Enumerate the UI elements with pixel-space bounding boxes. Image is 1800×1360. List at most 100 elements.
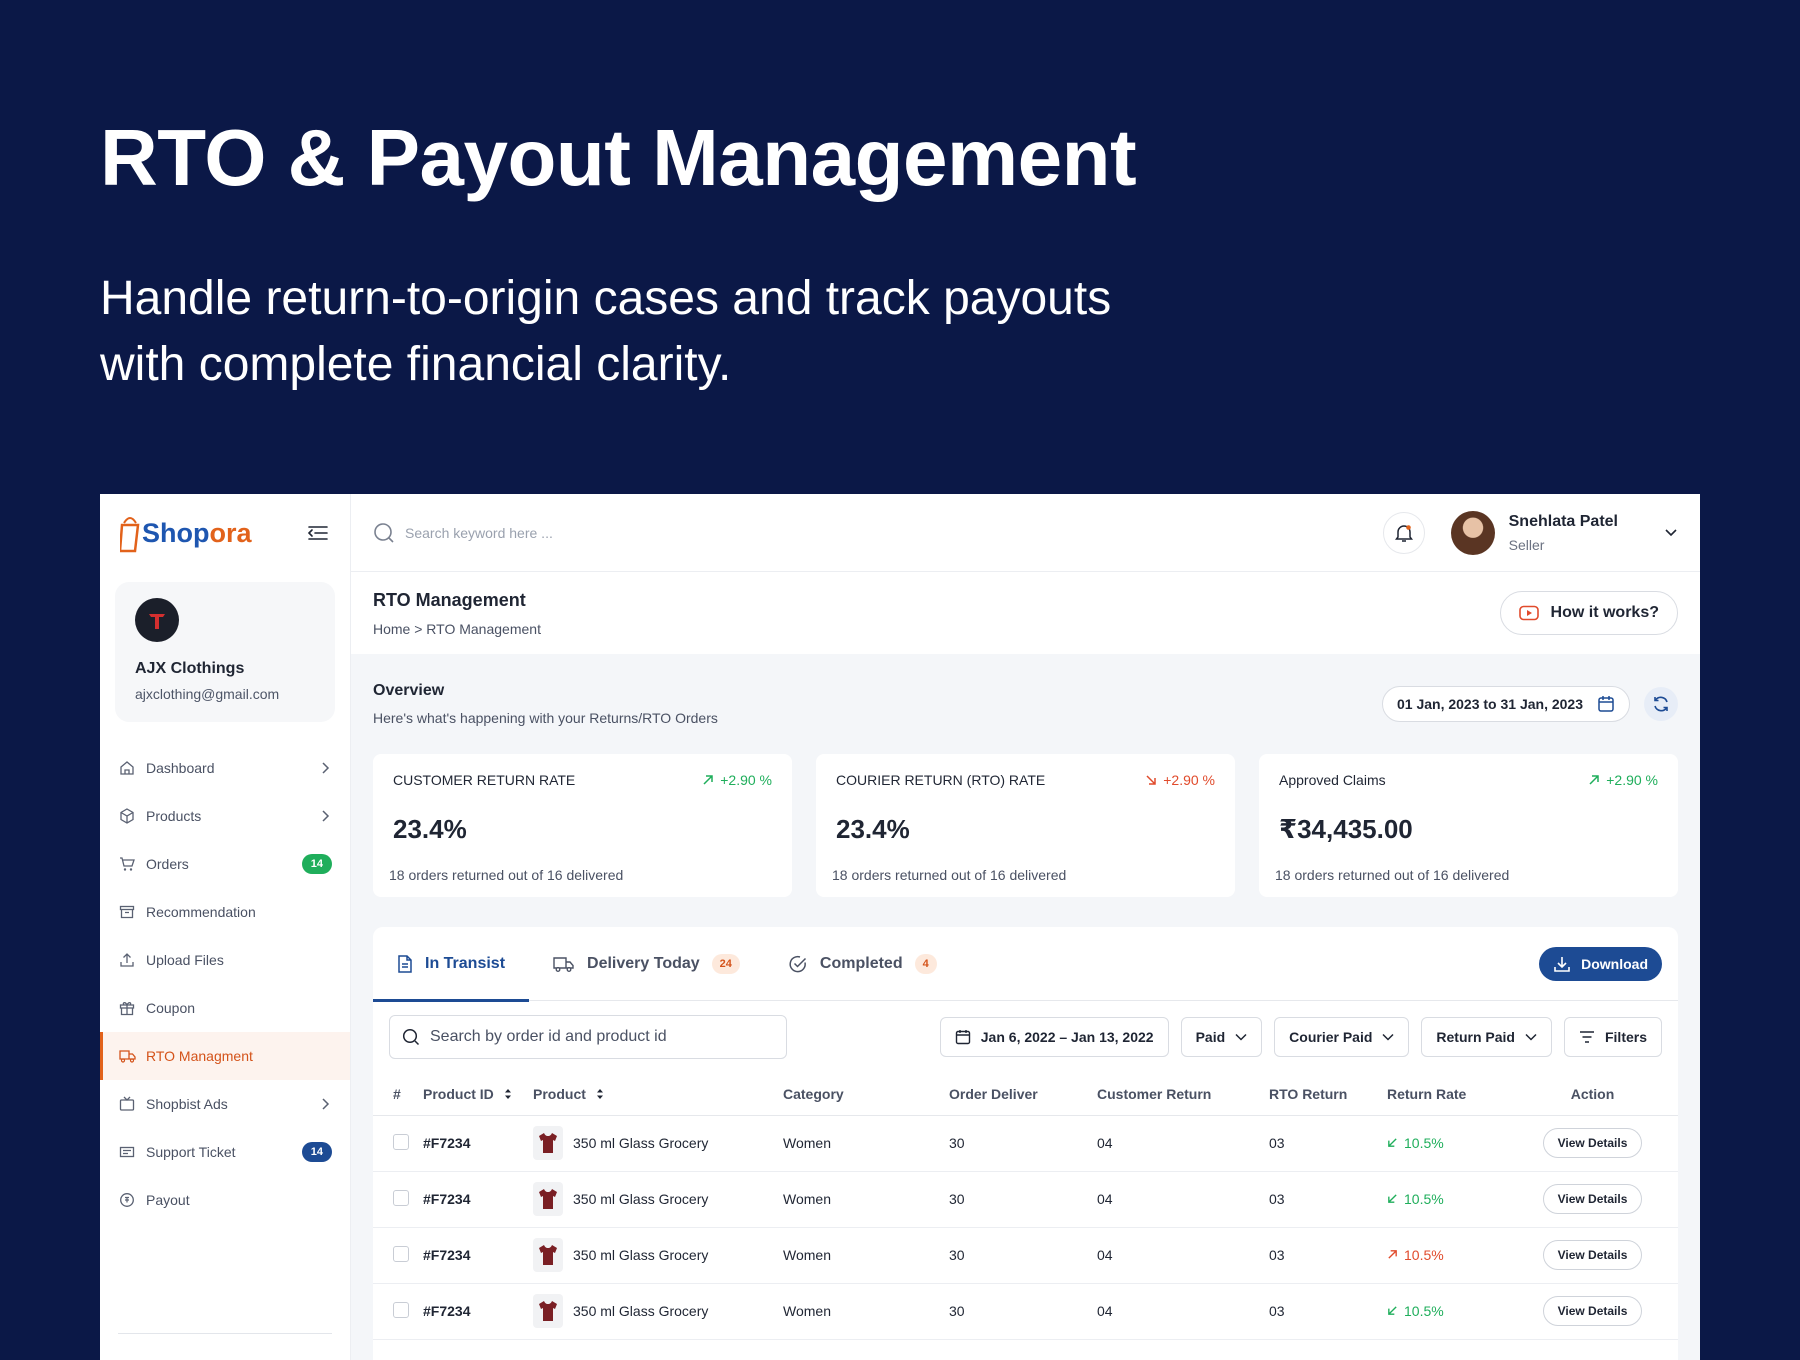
- action-cell: View Details: [1507, 1171, 1678, 1228]
- table-row: #F7234 350 ml Glass Grocery Women 30 04 …: [373, 1227, 1678, 1284]
- product-thumbnail: [533, 1294, 563, 1328]
- sidebar-item-coupon[interactable]: Coupon: [100, 984, 350, 1032]
- col-product-id[interactable]: Product ID: [423, 1073, 533, 1116]
- date-range-picker[interactable]: 01 Jan, 2023 to 31 Jan, 2023: [1381, 686, 1630, 722]
- download-icon: [1554, 957, 1570, 972]
- store-card[interactable]: AJX Clothings ajxclothing@gmail.com: [115, 582, 335, 722]
- notification-bell-icon[interactable]: [1382, 511, 1425, 554]
- tab-delivery-today[interactable]: Delivery Today 24: [529, 927, 764, 1001]
- archive-icon: [118, 903, 136, 921]
- download-button[interactable]: Download: [1539, 947, 1662, 981]
- cart-icon: [118, 855, 136, 873]
- sidebar-item-shopbist-ads[interactable]: Shopbist Ads: [100, 1080, 350, 1128]
- row-checkbox[interactable]: [393, 1245, 409, 1262]
- return-rate-cell: 10.5%: [1387, 1283, 1507, 1340]
- view-details-button[interactable]: View Details: [1542, 1184, 1643, 1214]
- brand-logo[interactable]: Shopora: [120, 513, 252, 553]
- upload-icon: [118, 951, 136, 969]
- sidebar-item-label: Upload Files: [146, 952, 224, 968]
- tab-completed[interactable]: Completed 4: [764, 927, 961, 1001]
- category-cell: Women: [783, 1171, 949, 1228]
- stat-card-approved-claims: Approved Claims +2.90 % ₹34,435.00 18 or…: [1259, 754, 1678, 897]
- col-action: Action: [1507, 1073, 1678, 1116]
- how-it-works-label: How it works?: [1550, 604, 1659, 621]
- col-order-deliver: Order Deliver: [949, 1073, 1097, 1116]
- sidebar-item-label: Coupon: [146, 1000, 196, 1016]
- col-product[interactable]: Product: [533, 1073, 783, 1116]
- calendar-icon: [1598, 696, 1614, 712]
- tshirt-icon: [539, 1189, 557, 1209]
- search-input[interactable]: [405, 524, 705, 541]
- product-cell: 350 ml Glass Grocery: [533, 1115, 783, 1172]
- date-range-value: 01 Jan, 2023 to 31 Jan, 2023: [1396, 696, 1583, 712]
- return-rate-value: 10.5%: [1404, 1302, 1444, 1319]
- user-name: Snehlata Patel: [1508, 512, 1618, 530]
- sidebar-item-payout[interactable]: Payout: [100, 1176, 350, 1224]
- sidebar-item-recommendation[interactable]: Recommendation: [100, 888, 350, 936]
- stat-footnote: 18 orders returned out of 16 delivered: [1275, 867, 1510, 883]
- courier-paid-filter-dropdown[interactable]: Courier Paid: [1274, 1017, 1410, 1057]
- hero-subtitle: Handle return-to-origin cases and track …: [100, 272, 1112, 391]
- view-details-button[interactable]: View Details: [1542, 1240, 1643, 1270]
- overview-subtitle: Here's what's happening with your Return…: [373, 710, 718, 726]
- sidebar-item-dashboard[interactable]: Dashboard: [100, 744, 350, 792]
- product-name: 350 ml Glass Grocery: [573, 1191, 709, 1207]
- row-checkbox[interactable]: [393, 1189, 409, 1206]
- row-checkbox-cell: [373, 1171, 423, 1228]
- table-row: #F7234 350 ml Glass Grocery Women 30 04 …: [373, 1283, 1678, 1340]
- col-rto-return: RTO Return: [1269, 1073, 1387, 1116]
- return-rate-cell: 10.5%: [1387, 1115, 1507, 1172]
- user-role: Seller: [1508, 536, 1545, 553]
- sidebar-item-support-ticket[interactable]: Support Ticket 14: [100, 1128, 350, 1176]
- sidebar-item-rto-management[interactable]: RTO Managment: [100, 1032, 350, 1080]
- user-avatar: [1450, 510, 1495, 555]
- page-header: RTO Management Home > RTO Management How…: [351, 572, 1700, 654]
- return-paid-filter-dropdown[interactable]: Return Paid: [1421, 1017, 1552, 1057]
- stat-label: Approved Claims: [1279, 772, 1386, 788]
- stat-card-customer-return-rate: CUSTOMER RETURN RATE +2.90 % 23.4% 18 or…: [373, 754, 792, 897]
- truck-icon: [553, 956, 574, 972]
- app-window: Shopora AJX Clothings ajxclothing@gmail.…: [100, 494, 1700, 1360]
- product-thumbnail: [533, 1182, 563, 1216]
- arrow-down-right-icon: [1146, 775, 1156, 785]
- col-return-rate: Return Rate: [1387, 1073, 1507, 1116]
- filters-button[interactable]: Filters: [1563, 1017, 1662, 1057]
- stat-value: ₹34,435.00: [1279, 814, 1413, 844]
- tab-in-transit[interactable]: In Transist: [373, 927, 530, 1002]
- table-row: #F7234 350 ml Glass Grocery Women 30 04 …: [373, 1171, 1678, 1228]
- sidebar-item-orders[interactable]: Orders 14: [100, 840, 350, 888]
- row-checkbox[interactable]: [393, 1133, 409, 1150]
- menu-collapse-icon[interactable]: [306, 521, 330, 545]
- sidebar-item-upload-files[interactable]: Upload Files: [100, 936, 350, 984]
- sort-icon: [596, 1088, 603, 1099]
- row-checkbox[interactable]: [393, 1301, 409, 1318]
- breadcrumb[interactable]: Home > RTO Management: [373, 621, 541, 637]
- document-icon: [398, 954, 412, 973]
- stat-trend: +2.90 %: [1588, 772, 1658, 788]
- store-name: AJX Clothings: [135, 660, 245, 677]
- user-menu[interactable]: Snehlata Patel Seller: [1450, 510, 1678, 555]
- store-avatar: [135, 598, 179, 642]
- order-search-box: [389, 1015, 787, 1059]
- view-details-button[interactable]: View Details: [1542, 1128, 1643, 1158]
- customer-return-cell: 04: [1097, 1171, 1269, 1228]
- sidebar-item-label: Products: [146, 808, 202, 824]
- tab-bar: In Transist Delivery Today 24 Completed …: [373, 927, 1678, 1002]
- check-circle-icon: [789, 955, 806, 972]
- date-filter-button[interactable]: Jan 6, 2022 – Jan 13, 2022: [939, 1017, 1169, 1057]
- view-details-button[interactable]: View Details: [1542, 1296, 1643, 1326]
- product-thumbnail: [533, 1238, 563, 1272]
- sidebar-item-label: Support Ticket: [146, 1144, 236, 1160]
- filter-bar: Jan 6, 2022 – Jan 13, 2022 Paid Courier …: [373, 1001, 1678, 1073]
- how-it-works-button[interactable]: How it works?: [1499, 591, 1678, 635]
- category-cell: Women: [783, 1227, 949, 1284]
- col-customer-return: Customer Return: [1097, 1073, 1269, 1116]
- paid-filter-dropdown[interactable]: Paid: [1180, 1017, 1263, 1057]
- stat-cards: CUSTOMER RETURN RATE +2.90 % 23.4% 18 or…: [351, 754, 1700, 897]
- chevron-down-icon: [1525, 1033, 1537, 1041]
- sidebar-item-products[interactable]: Products: [100, 792, 350, 840]
- order-search-input[interactable]: [430, 1028, 770, 1046]
- support-ticket-count-badge: 14: [301, 1142, 332, 1162]
- refresh-icon[interactable]: [1644, 687, 1678, 721]
- arrow-down-left-icon: [1388, 1138, 1397, 1148]
